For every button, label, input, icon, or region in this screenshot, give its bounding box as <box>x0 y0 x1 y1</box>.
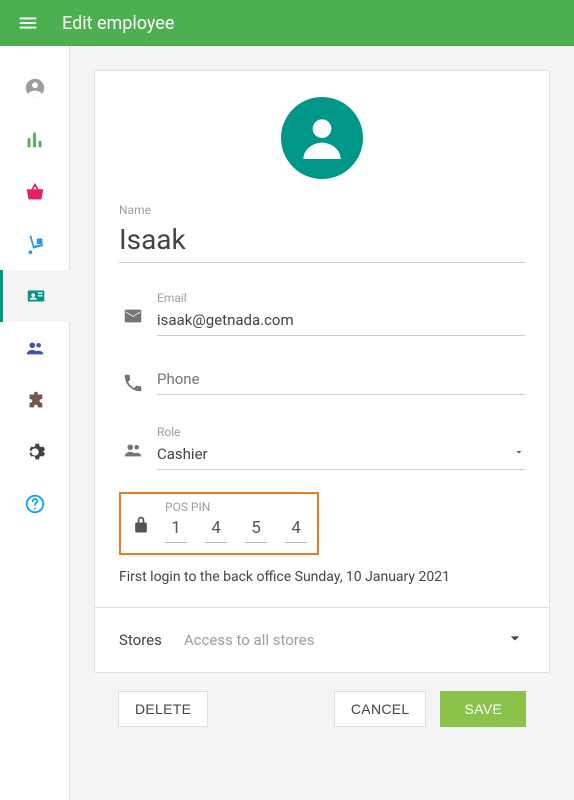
sidebar-item-settings[interactable] <box>0 426 70 478</box>
name-field: Name <box>119 203 525 263</box>
phone-input[interactable] <box>157 366 525 395</box>
sidebar-item-help[interactable] <box>0 478 70 530</box>
sidebar-item-employees[interactable] <box>0 270 70 322</box>
id-card-icon <box>25 285 47 307</box>
basket-icon <box>24 181 46 203</box>
help-icon <box>24 493 46 515</box>
stores-row[interactable]: Stores Access to all stores <box>95 607 549 672</box>
sidebar-item-items[interactable] <box>0 166 70 218</box>
stores-label: Stores <box>119 631 162 649</box>
email-input[interactable] <box>157 307 525 336</box>
email-label: Email <box>157 291 525 305</box>
sidebar-item-account[interactable] <box>0 62 70 114</box>
avatar[interactable] <box>281 97 363 179</box>
save-button[interactable]: SAVE <box>440 691 526 727</box>
cancel-button[interactable]: CANCEL <box>334 691 427 727</box>
sidebar-item-integrations[interactable] <box>0 374 70 426</box>
role-label: Role <box>157 425 525 439</box>
sidebar-item-analytics[interactable] <box>0 114 70 166</box>
name-label: Name <box>119 203 525 217</box>
pin-digit-3[interactable]: 5 <box>245 518 267 543</box>
sidebar-item-customers[interactable] <box>0 322 70 374</box>
account-circle-icon <box>24 77 46 99</box>
stores-value: Access to all stores <box>184 631 315 649</box>
main-content: Name Email Role Cashie <box>70 46 574 800</box>
email-field: Email <box>119 291 525 336</box>
employee-card: Name Email Role Cashie <box>94 70 550 673</box>
footer-actions: DELETE CANCEL SAVE <box>94 673 550 737</box>
people-icon <box>24 337 46 359</box>
puzzle-icon <box>24 389 46 411</box>
page-title: Edit employee <box>62 13 174 34</box>
chart-icon <box>24 129 46 151</box>
delete-button[interactable]: DELETE <box>118 691 208 727</box>
sidebar-item-inventory[interactable] <box>0 218 70 270</box>
pin-digit-4[interactable]: 4 <box>285 518 307 543</box>
gear-icon <box>24 441 46 463</box>
dolly-icon <box>24 233 46 255</box>
role-select[interactable]: Cashier <box>157 441 525 470</box>
pin-label: POS PIN <box>165 500 307 514</box>
phone-field <box>119 366 525 395</box>
lock-icon <box>131 515 151 535</box>
pin-digit-1[interactable]: 1 <box>165 518 187 543</box>
people-icon <box>122 439 144 461</box>
pos-pin-block: POS PIN 1 4 5 4 <box>119 492 319 555</box>
menu-button[interactable] <box>14 9 42 37</box>
hamburger-icon <box>17 12 39 34</box>
phone-icon <box>122 372 144 394</box>
name-input[interactable] <box>119 219 525 263</box>
app-header: Edit employee <box>0 0 574 46</box>
expand-icon <box>505 628 525 652</box>
first-login-text: First login to the back office Sunday, 1… <box>119 569 525 585</box>
chevron-down-icon <box>513 443 525 462</box>
email-icon <box>122 305 144 327</box>
sidebar <box>0 46 70 800</box>
role-field: Role Cashier <box>119 425 525 470</box>
avatar-icon <box>294 110 350 166</box>
pin-digit-2[interactable]: 4 <box>205 518 227 543</box>
